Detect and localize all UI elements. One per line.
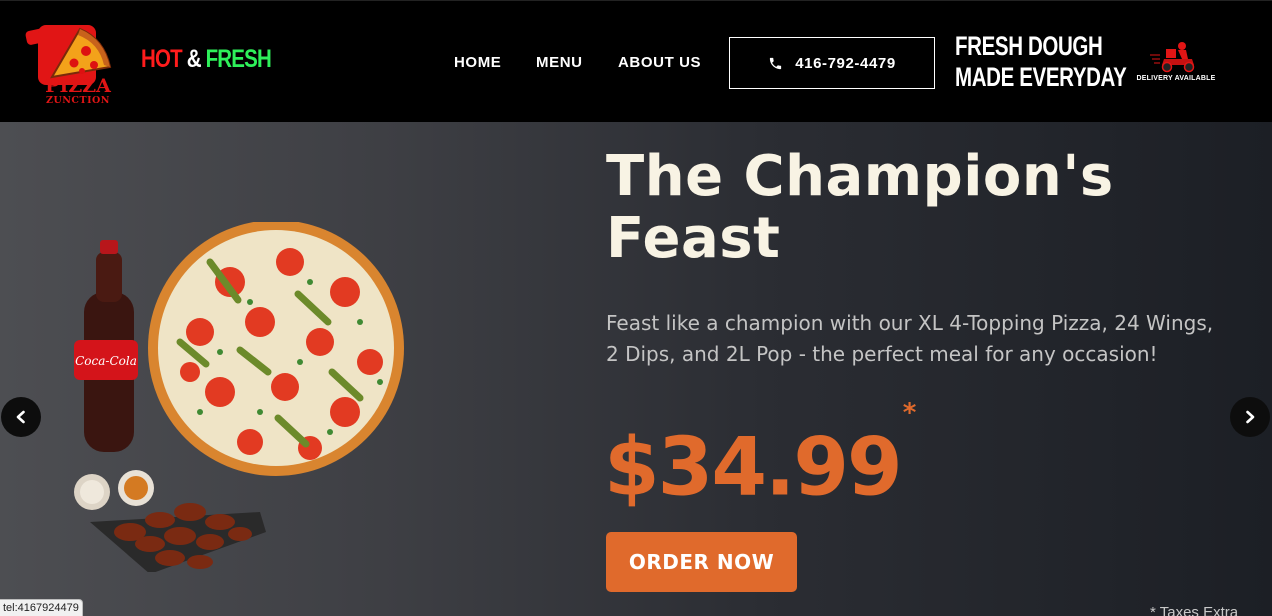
nav-about-us-link[interactable]: ABOUT US	[618, 54, 701, 71]
slider-next-button[interactable]	[1230, 397, 1270, 437]
tagline-hot: HOT	[141, 45, 183, 73]
pizza-zunction-logo[interactable]: PIZZA ZUNCTION	[22, 15, 122, 113]
delivery-badge: DELIVERY AVAILABLE	[1134, 41, 1218, 82]
order-now-button[interactable]: ORDER NOW	[606, 532, 797, 592]
hero-description: Feast like a champion with our XL 4-Topp…	[606, 311, 1214, 366]
site-header: PIZZA ZUNCTION HOT & FRESH HOME MENU ABO…	[0, 0, 1272, 122]
hot-and-fresh-tagline: HOT & FRESH	[141, 45, 272, 74]
nav-menu-link[interactable]: MENU	[536, 54, 583, 71]
slider-prev-button[interactable]	[1, 397, 41, 437]
phone-number: 416-792-4479	[795, 54, 896, 72]
chevron-left-icon	[16, 410, 25, 424]
delivery-label: DELIVERY AVAILABLE	[1136, 75, 1216, 82]
nav-home-link[interactable]: HOME	[454, 54, 501, 71]
hero-price: $34.99*	[604, 398, 916, 514]
logo-subword: ZUNCTION	[46, 95, 110, 106]
fresh-dough-line2: MADE EVERYDAY	[955, 62, 1127, 92]
hero-slider: Coca-Cola The Champion's Feast Feast lik…	[0, 122, 1272, 616]
phone-icon	[770, 57, 782, 69]
price-asterisk: *	[902, 398, 917, 428]
fresh-dough-banner: FRESH DOUGH MADE EVERYDAY	[955, 31, 1127, 93]
delivery-scooter-icon	[1150, 42, 1195, 73]
logo-wordmark: PIZZA	[45, 75, 111, 97]
taxes-note: * Taxes Extra	[1150, 604, 1239, 616]
browser-status-url: tel:4167924479	[0, 599, 83, 616]
hero-title: The Champion's Feast	[606, 144, 1114, 271]
phone-call-button[interactable]: 416-792-4479	[729, 37, 935, 89]
chevron-right-icon	[1246, 410, 1255, 424]
tagline-amp: &	[186, 45, 202, 73]
fresh-dough-line1: FRESH DOUGH	[955, 31, 1103, 61]
svg-text:Coca-Cola: Coca-Cola	[75, 354, 137, 368]
champions-feast-image: Coca-Cola	[74, 222, 404, 572]
price-value: $34.99	[604, 420, 903, 514]
tagline-fresh: FRESH	[205, 45, 272, 73]
